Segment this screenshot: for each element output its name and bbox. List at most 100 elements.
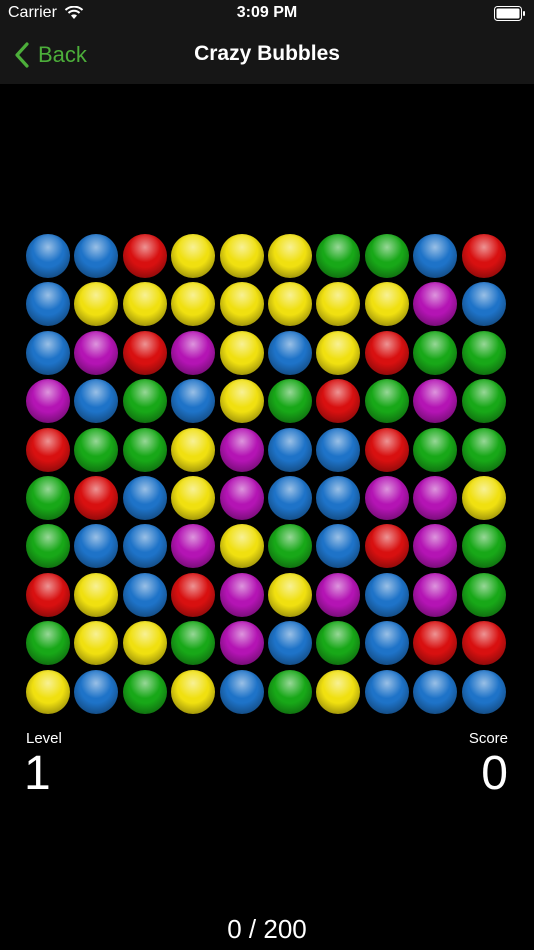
- bubble-purple[interactable]: [74, 330, 119, 375]
- bubble-blue[interactable]: [26, 330, 70, 375]
- bubble-yellow[interactable]: [219, 524, 264, 569]
- bubble-red[interactable]: [364, 524, 409, 569]
- bubble-blue[interactable]: [74, 524, 119, 569]
- bubble-purple[interactable]: [413, 476, 458, 520]
- bubble-green[interactable]: [316, 621, 361, 666]
- bubble-green[interactable]: [171, 621, 216, 666]
- bubble-blue[interactable]: [316, 524, 361, 569]
- bubble-purple[interactable]: [364, 476, 409, 520]
- bubble-blue[interactable]: [74, 379, 119, 424]
- bubble-yellow[interactable]: [461, 476, 506, 520]
- bubble-purple[interactable]: [26, 379, 70, 424]
- bubble-blue[interactable]: [268, 427, 312, 472]
- bubble-green[interactable]: [268, 669, 312, 714]
- bubble-blue[interactable]: [26, 234, 70, 278]
- bubble-purple[interactable]: [219, 572, 264, 617]
- bubble-purple[interactable]: [316, 572, 361, 617]
- bubble-blue[interactable]: [364, 669, 409, 714]
- bubble-yellow[interactable]: [268, 282, 312, 327]
- bubble-red[interactable]: [171, 572, 216, 617]
- bubble-green[interactable]: [122, 379, 167, 424]
- bubble-red[interactable]: [413, 621, 458, 666]
- bubble-blue[interactable]: [26, 282, 70, 327]
- bubble-blue[interactable]: [171, 379, 216, 424]
- bubble-red[interactable]: [461, 234, 506, 278]
- bubble-blue[interactable]: [316, 476, 361, 520]
- bubble-yellow[interactable]: [171, 476, 216, 520]
- bubble-blue[interactable]: [413, 234, 458, 278]
- bubble-blue[interactable]: [268, 621, 312, 666]
- bubble-yellow[interactable]: [171, 669, 216, 714]
- bubble-purple[interactable]: [219, 621, 264, 666]
- bubble-green[interactable]: [74, 427, 119, 472]
- bubble-green[interactable]: [413, 427, 458, 472]
- bubble-blue[interactable]: [413, 669, 458, 714]
- bubble-green[interactable]: [461, 572, 506, 617]
- bubble-yellow[interactable]: [171, 427, 216, 472]
- bubble-blue[interactable]: [461, 282, 506, 327]
- bubble-blue[interactable]: [364, 572, 409, 617]
- bubble-green[interactable]: [122, 427, 167, 472]
- bubble-purple[interactable]: [413, 379, 458, 424]
- bubble-green[interactable]: [461, 330, 506, 375]
- bubble-green[interactable]: [268, 379, 312, 424]
- bubble-red[interactable]: [74, 476, 119, 520]
- bubble-yellow[interactable]: [268, 234, 312, 278]
- bubble-purple[interactable]: [413, 572, 458, 617]
- bubble-blue[interactable]: [122, 476, 167, 520]
- bubble-green[interactable]: [268, 524, 312, 569]
- bubble-yellow[interactable]: [316, 282, 361, 327]
- bubble-yellow[interactable]: [316, 330, 361, 375]
- bubble-red[interactable]: [364, 330, 409, 375]
- bubble-purple[interactable]: [413, 524, 458, 569]
- bubble-green[interactable]: [122, 669, 167, 714]
- bubble-blue[interactable]: [364, 621, 409, 666]
- bubble-green[interactable]: [461, 427, 506, 472]
- bubble-blue[interactable]: [122, 524, 167, 569]
- bubble-yellow[interactable]: [171, 234, 216, 278]
- bubble-yellow[interactable]: [219, 330, 264, 375]
- bubble-yellow[interactable]: [316, 669, 361, 714]
- bubble-yellow[interactable]: [268, 572, 312, 617]
- bubble-yellow[interactable]: [171, 282, 216, 327]
- bubble-yellow[interactable]: [219, 282, 264, 327]
- bubble-yellow[interactable]: [122, 282, 167, 327]
- bubble-red[interactable]: [364, 427, 409, 472]
- bubble-purple[interactable]: [219, 476, 264, 520]
- bubble-red[interactable]: [122, 234, 167, 278]
- bubble-yellow[interactable]: [26, 669, 70, 714]
- bubble-yellow[interactable]: [74, 621, 119, 666]
- bubble-blue[interactable]: [74, 669, 119, 714]
- bubble-blue[interactable]: [219, 669, 264, 714]
- bubble-red[interactable]: [122, 330, 167, 375]
- bubble-green[interactable]: [364, 379, 409, 424]
- bubble-green[interactable]: [316, 234, 361, 278]
- bubble-red[interactable]: [26, 427, 70, 472]
- bubble-blue[interactable]: [74, 234, 119, 278]
- bubble-blue[interactable]: [268, 476, 312, 520]
- bubble-red[interactable]: [461, 621, 506, 666]
- bubble-blue[interactable]: [268, 330, 312, 375]
- bubble-green[interactable]: [26, 476, 70, 520]
- bubble-yellow[interactable]: [219, 234, 264, 278]
- bubble-green[interactable]: [461, 379, 506, 424]
- bubble-purple[interactable]: [219, 427, 264, 472]
- bubble-blue[interactable]: [122, 572, 167, 617]
- bubble-yellow[interactable]: [364, 282, 409, 327]
- bubble-green[interactable]: [364, 234, 409, 278]
- bubble-yellow[interactable]: [74, 282, 119, 327]
- bubble-yellow[interactable]: [74, 572, 119, 617]
- bubble-green[interactable]: [461, 524, 506, 569]
- bubble-blue[interactable]: [316, 427, 361, 472]
- bubble-blue[interactable]: [461, 669, 506, 714]
- bubble-green[interactable]: [413, 330, 458, 375]
- bubble-yellow[interactable]: [122, 621, 167, 666]
- bubble-purple[interactable]: [171, 524, 216, 569]
- bubble-green[interactable]: [26, 524, 70, 569]
- bubble-purple[interactable]: [413, 282, 458, 327]
- bubble-purple[interactable]: [171, 330, 216, 375]
- bubble-yellow[interactable]: [219, 379, 264, 424]
- bubble-red[interactable]: [26, 572, 70, 617]
- bubble-red[interactable]: [316, 379, 361, 424]
- bubble-green[interactable]: [26, 621, 70, 666]
